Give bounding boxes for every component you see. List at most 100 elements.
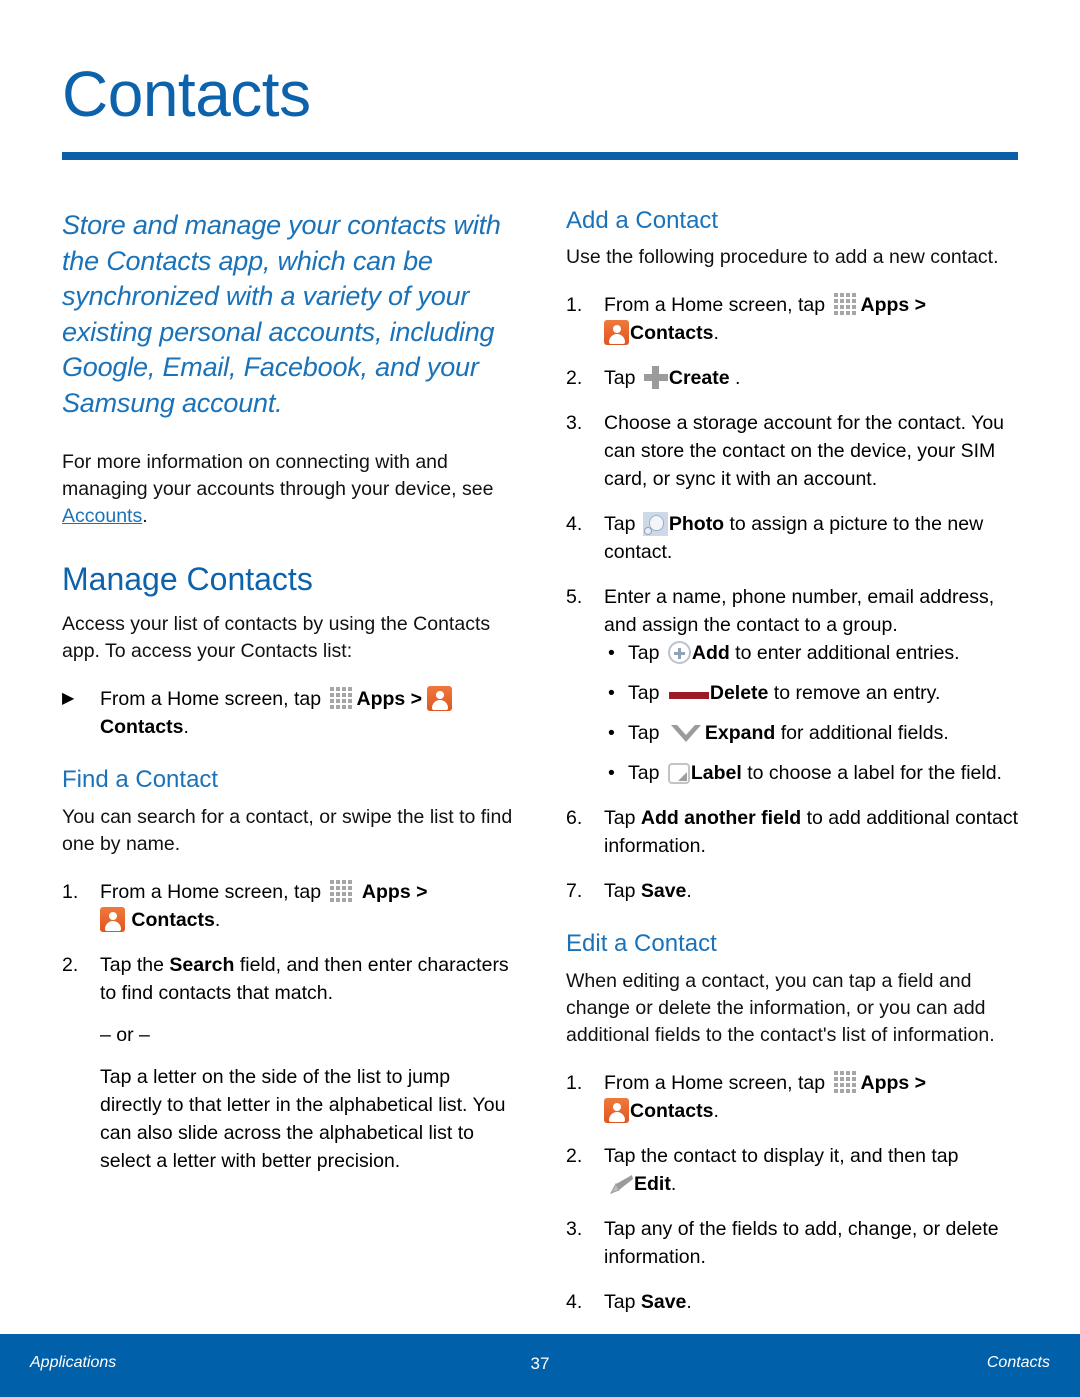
- list-item: • Tap Expand for additional fields.: [604, 719, 1021, 747]
- list-item: 2. Tap the contact to display it, and th…: [566, 1142, 1021, 1198]
- step-text: Enter a name, phone number, email addres…: [604, 586, 995, 637]
- apps-icon-dot: [845, 1076, 850, 1081]
- apps-icon-dot: [851, 1076, 856, 1081]
- apps-icon-dot: [851, 311, 856, 316]
- apps-icon-dot: [347, 687, 352, 692]
- apps-icon: [329, 686, 356, 710]
- step-text-before: Tap the: [100, 953, 170, 976]
- step-text-before: From a Home screen, tap: [100, 688, 327, 711]
- accounts-text-after: .: [142, 505, 148, 527]
- contacts-label: Contacts: [630, 1099, 714, 1122]
- list-item: 4. Tap Photo to assign a picture to the …: [566, 510, 1021, 566]
- pencil-glyph: [609, 1174, 633, 1194]
- apps-icon-dot: [839, 293, 844, 298]
- apps-icon-dot: [851, 1088, 856, 1093]
- list-item: 7. Tap Save.: [566, 877, 1021, 905]
- photo-icon-badge: [643, 527, 652, 536]
- contacts-icon-head: [613, 1102, 621, 1111]
- list-item: • Tap Label to choose a label for the fi…: [604, 759, 1021, 787]
- apps-icon-dot: [347, 891, 352, 896]
- apps-icon-dot: [851, 1070, 856, 1075]
- step-text-after: .: [670, 1172, 677, 1195]
- apps-icon-dot: [845, 311, 850, 316]
- step-text-after: .: [729, 367, 741, 390]
- apps-separator: >: [909, 294, 927, 317]
- apps-icon-dot: [833, 1088, 838, 1093]
- heading-add-a-contact: Add a Contact: [566, 207, 719, 234]
- alternate-instruction: Tap a letter on the side of the list to …: [100, 1065, 506, 1172]
- step-text-before: Tap: [604, 513, 641, 536]
- apps-icon-dot: [845, 305, 850, 310]
- list-item: 6. Tap Add another field to add addition…: [566, 804, 1021, 860]
- bullet-text-after: to remove an entry.: [768, 682, 941, 705]
- title-divider: [62, 152, 1018, 160]
- contacts-icon-body: [432, 700, 449, 711]
- or-divider: – or –: [100, 1023, 150, 1046]
- contacts-icon: [604, 320, 629, 346]
- step-text-after: .: [214, 908, 221, 931]
- step-number: 1.: [62, 880, 79, 903]
- add-a-contact-steps: 1. From a Home screen, tap Apps > Contac…: [566, 291, 1021, 905]
- bullet-text-before: Tap: [628, 722, 665, 745]
- apps-icon-dot: [329, 693, 334, 698]
- apps-label: Apps: [860, 1071, 910, 1094]
- bullet-dot: •: [608, 642, 615, 665]
- step-text-after: .: [183, 716, 189, 739]
- edit-a-contact-steps: 1. From a Home screen, tap Apps > Contac…: [566, 1069, 1021, 1316]
- apps-label: Apps: [860, 294, 910, 317]
- apps-icon-dot: [845, 1082, 850, 1087]
- contacts-icon: [427, 686, 453, 712]
- contacts-icon-body: [609, 1111, 625, 1122]
- contacts-icon-head: [109, 911, 117, 920]
- apps-icon: [833, 292, 860, 316]
- list-item: 3. Choose a storage account for the cont…: [566, 409, 1021, 493]
- apps-icon-dot: [833, 1076, 838, 1081]
- plus-vertical: [651, 366, 659, 390]
- step-number: 3.: [566, 412, 583, 435]
- apps-icon-dot: [347, 705, 352, 710]
- contacts-label: Contacts: [131, 908, 215, 931]
- arrow-marker: ▶: [62, 690, 75, 708]
- delete-icon: [668, 682, 709, 702]
- find-a-contact-intro: You can search for a contact, or swipe t…: [62, 805, 513, 855]
- label-icon: [667, 763, 690, 785]
- apps-icon-dot: [329, 891, 334, 896]
- apps-icon-dot: [833, 293, 838, 298]
- list-item: 2. Tap Create .: [566, 364, 1021, 392]
- apps-icon-dot: [833, 305, 838, 310]
- apps-icon-dot: [341, 687, 346, 692]
- label-icon-triangle: [677, 772, 687, 782]
- apps-icon-dot: [329, 885, 334, 890]
- list-item: 2. Tap the Search field, and then enter …: [62, 951, 517, 1175]
- step-text-before: Tap: [604, 807, 641, 830]
- step-number: 4.: [566, 1290, 583, 1313]
- contacts-icon-head: [436, 691, 445, 700]
- apps-icon-dot: [839, 1076, 844, 1081]
- list-item: 1. From a Home screen, tap Apps > Contac…: [566, 1069, 1021, 1125]
- contacts-label: Contacts: [100, 716, 184, 739]
- page-number: 37: [530, 1354, 550, 1373]
- step-text-before: Tap: [604, 880, 641, 903]
- apps-icon-dot: [329, 699, 334, 704]
- step-number: 2.: [566, 367, 583, 390]
- contacts-label: Contacts: [630, 322, 714, 345]
- apps-icon-dot: [335, 705, 340, 710]
- bullet-text-after: to enter additional entries.: [729, 642, 960, 665]
- apps-icon-dot: [347, 885, 352, 890]
- step-number: 2.: [62, 953, 79, 976]
- apps-icon-dot: [839, 1070, 844, 1075]
- heading-edit-a-contact: Edit a Contact: [566, 930, 717, 958]
- apps-label: Apps: [356, 688, 406, 711]
- accounts-link[interactable]: Accounts: [62, 505, 142, 527]
- edit-a-contact-intro: When editing a contact, you can tap a fi…: [566, 969, 995, 1046]
- add-label: Add: [691, 642, 730, 665]
- step-text-before: From a Home screen, tap: [604, 294, 831, 317]
- apps-icon-dot: [341, 885, 346, 890]
- manage-contacts-intro: Access your list of contacts by using th…: [62, 613, 491, 663]
- find-a-contact-steps: 1. From a Home screen, tap Apps > Contac…: [62, 878, 517, 1175]
- bullet-text-before: Tap: [628, 642, 665, 665]
- contacts-icon: [100, 906, 125, 932]
- delete-label: Delete: [709, 682, 769, 705]
- apps-icon-dot: [845, 1088, 850, 1093]
- step-text-before: Tap: [604, 367, 641, 390]
